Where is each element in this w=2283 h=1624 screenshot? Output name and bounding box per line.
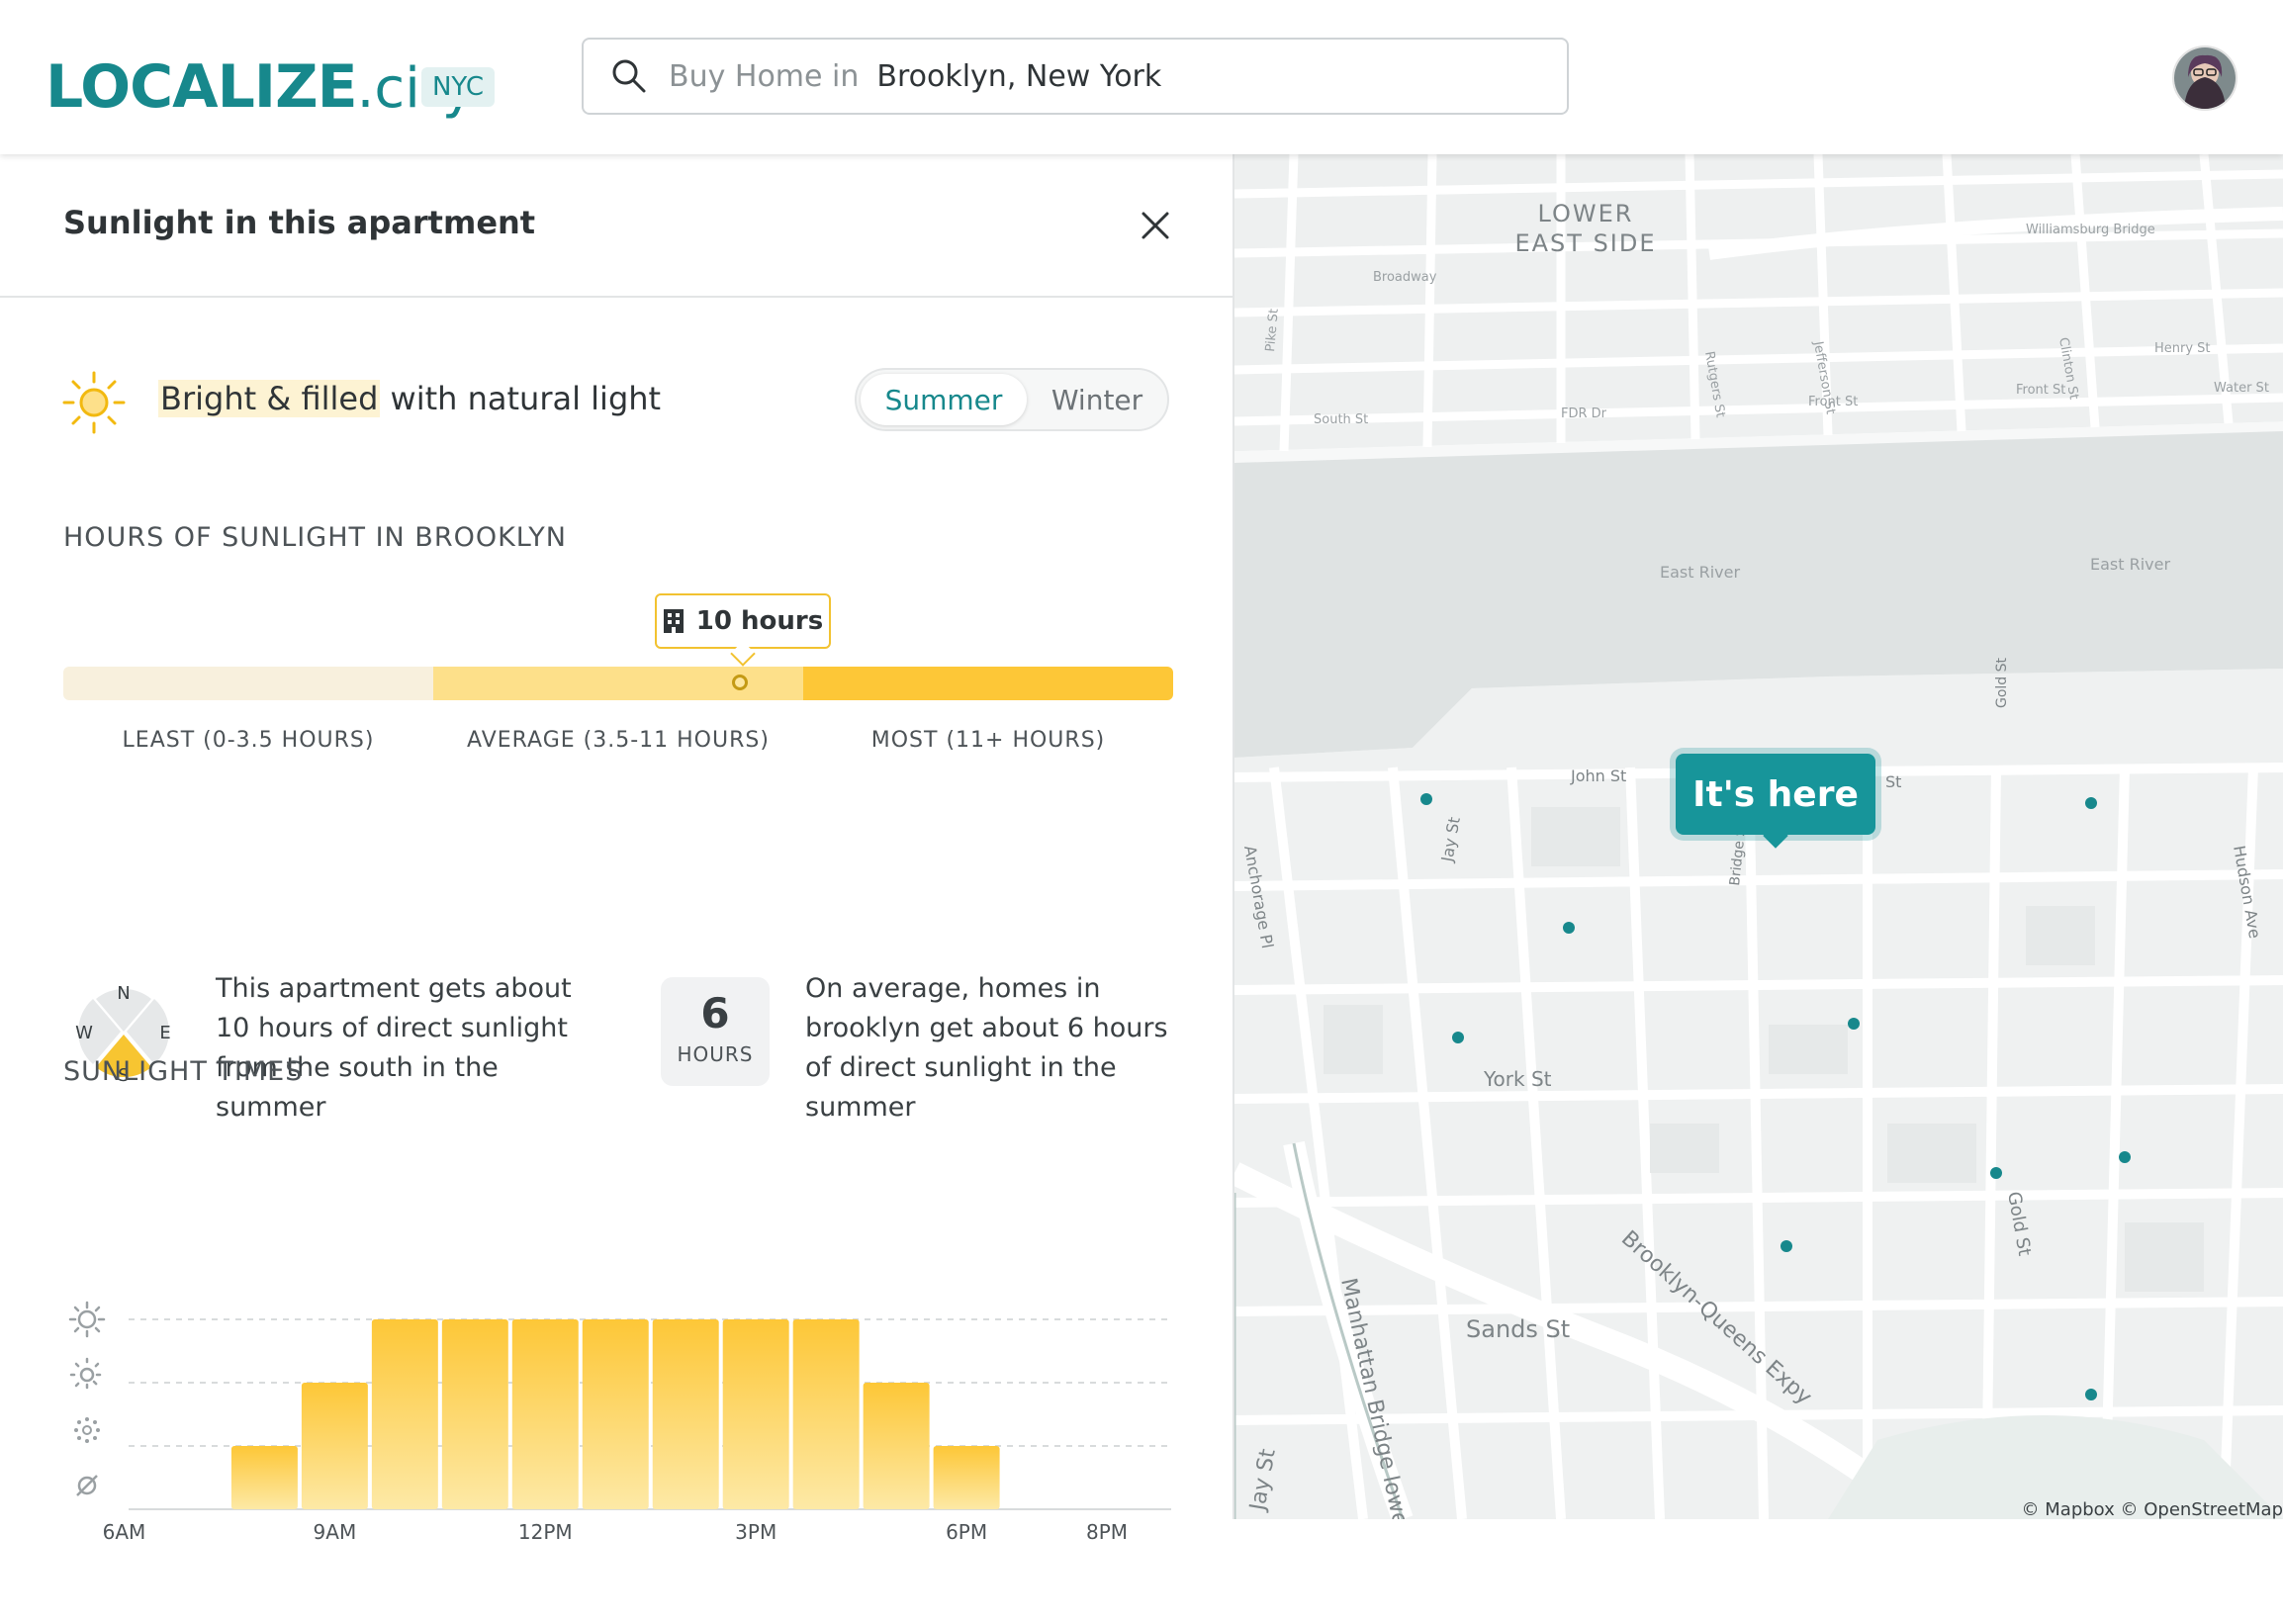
avatar[interactable]: [2172, 45, 2237, 111]
times-heading: SUNLIGHT TIMES: [63, 1056, 304, 1087]
search-input[interactable]: Brooklyn, New York: [876, 59, 1161, 94]
avg-hours-number: 6: [700, 989, 730, 1038]
brightness-summary: Bright & filled with natural light: [158, 380, 661, 417]
close-icon[interactable]: [1136, 206, 1175, 245]
brightness-rest: with natural light: [380, 380, 662, 417]
search-prefix: Buy Home in: [669, 58, 860, 94]
listing-dot: [2085, 797, 2097, 809]
sunlight-bar: [582, 1319, 649, 1509]
chart-x-tick: 6AM: [103, 1520, 146, 1544]
map-label-east-river-1: East River: [1660, 563, 1740, 582]
logo-text: LOCALIZE: [46, 52, 358, 122]
map-label-williamsburg-bridge: Williamsburg Bridge: [2026, 223, 2155, 237]
season-option-summer[interactable]: Summer: [861, 374, 1027, 425]
neighborhood-line2: EAST SIDE: [1514, 229, 1656, 257]
avg-sunlight-desc: On average, homes in brooklyn get about …: [805, 973, 1168, 1123]
listing-dot: [1848, 1018, 1860, 1030]
apartment-marker: [732, 675, 748, 690]
avatar-image: [2174, 47, 2236, 109]
building-icon: [663, 609, 684, 633]
sunlight-bar: [722, 1319, 789, 1509]
map-label-front-st-2: Front St: [2016, 383, 2065, 398]
panel-title: Sunlight in this apartment: [63, 204, 536, 241]
hours-tooltip-text: 10 hours: [695, 606, 824, 636]
scale-label-average: AVERAGE (3.5-11 HOURS): [467, 728, 770, 753]
listing-dot: [1781, 1240, 1792, 1252]
chart-x-tick: 12PM: [518, 1520, 573, 1544]
scale-most: [803, 667, 1173, 700]
sunlight-bar: [371, 1319, 438, 1509]
listing-dot: [1563, 922, 1575, 934]
map-label-sands-st: Sands St: [1466, 1315, 1570, 1343]
chart-x-tick: 6PM: [946, 1520, 987, 1544]
compass-n: N: [117, 983, 130, 1004]
top-header: LOCALIZE .city NYC Buy Home in Brooklyn, …: [0, 0, 2283, 154]
map-view[interactable]: LOWER EAST SIDE East River East River Joh…: [1234, 154, 2283, 1519]
sunlight-scale-bar: [63, 667, 1173, 700]
apartment-sunlight-desc: This apartment gets about 10 hours of di…: [216, 973, 572, 1123]
sunlight-bar: [792, 1319, 860, 1509]
neighborhood-line1: LOWER: [1538, 200, 1634, 227]
sunlight-panel: Sunlight in this apartment Bright & fill…: [0, 154, 1234, 1544]
city-badge: NYC: [421, 67, 495, 107]
map-label-fdr-dr: FDR Dr: [1561, 406, 1607, 421]
map-canvas[interactable]: LOWER EAST SIDE East River East River Joh…: [1234, 154, 2283, 1519]
chart-x-tick: 8PM: [1086, 1520, 1128, 1544]
scale-label-most: MOST (11+ HOURS): [870, 728, 1106, 753]
season-toggle: Summer Winter: [855, 368, 1169, 431]
scale-least: [63, 667, 433, 700]
listing-dot: [1990, 1167, 2002, 1179]
search-bar[interactable]: Buy Home in Brooklyn, New York: [582, 38, 1569, 115]
map-label-broadway: Broadway: [1373, 270, 1437, 285]
panel-divider: [0, 296, 1233, 298]
chart-x-tick: 9AM: [314, 1520, 357, 1544]
compass-e: E: [159, 1023, 170, 1043]
search-icon: [612, 59, 646, 93]
map-label-water-st: Water St: [2214, 381, 2269, 396]
hours-heading: HOURS OF SUNLIGHT IN BROOKLYN: [63, 522, 567, 553]
partial-sun-icon: [69, 1357, 105, 1393]
map-label-gold-st-2: Gold St: [1994, 657, 2010, 708]
map-attribution: © Mapbox © OpenStreetMap: [2022, 1499, 2283, 1519]
direct-sun-icon: [68, 1301, 106, 1338]
map-label-south-st: South St: [1314, 412, 1368, 427]
sunlight-bar: [933, 1446, 1000, 1509]
map-label-henry-st: Henry St: [2154, 341, 2211, 356]
low-sun-icon: [74, 1417, 100, 1443]
map-label-john-st: John St: [1570, 767, 1626, 785]
sunlight-bar: [511, 1319, 579, 1509]
scale-label-least: LEAST (0-3.5 HOURS): [122, 728, 375, 753]
avg-hours-badge: 6 HOURS: [661, 977, 770, 1086]
listing-dot: [1420, 793, 1432, 805]
compass-w: W: [75, 1023, 93, 1043]
avg-hours-unit: HOURS: [677, 1042, 754, 1066]
sunlight-bar: [230, 1446, 298, 1509]
map-label-st: St: [1885, 772, 1901, 791]
season-option-winter[interactable]: Winter: [1031, 374, 1163, 425]
logo[interactable]: LOCALIZE .city: [46, 38, 475, 117]
listing-dot: [1452, 1032, 1464, 1043]
listing-dot: [2119, 1151, 2131, 1163]
sunlight-bar: [863, 1383, 930, 1509]
chart-x-tick: 3PM: [735, 1520, 776, 1544]
map-label-york-st: York St: [1483, 1067, 1552, 1091]
sunlight-times-chart: 6AM 9AM 12PM 3PM 6PM 8PM: [68, 1301, 1171, 1544]
sunlight-bar: [441, 1319, 508, 1509]
brightness-highlight: Bright & filled: [158, 380, 381, 417]
sunlight-bar: [301, 1383, 368, 1509]
sunlight-bar: [652, 1319, 719, 1509]
sun-icon: [62, 371, 126, 434]
no-sun-icon: [76, 1475, 98, 1496]
map-label-east-river-2: East River: [2090, 555, 2170, 574]
listing-dot: [2085, 1389, 2097, 1400]
